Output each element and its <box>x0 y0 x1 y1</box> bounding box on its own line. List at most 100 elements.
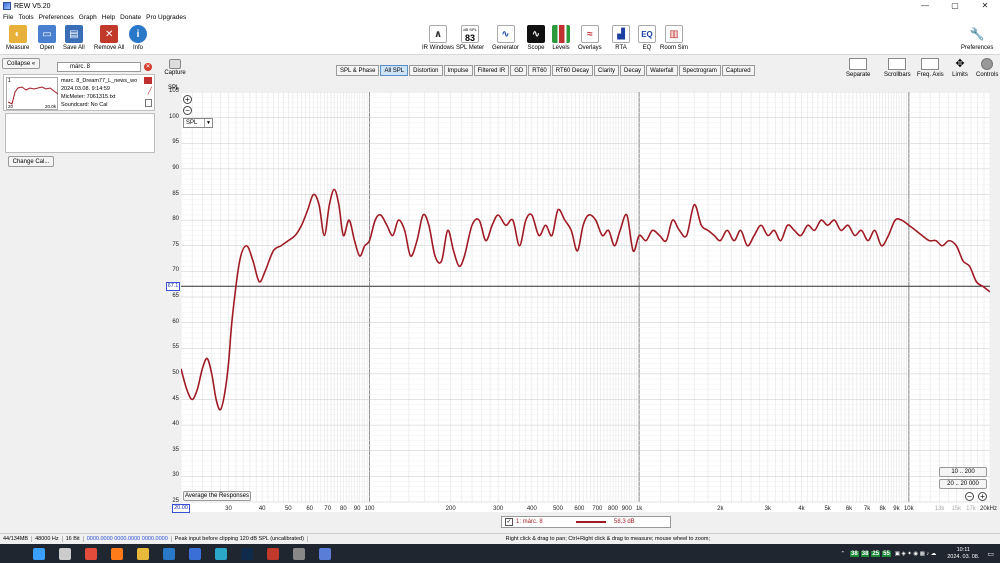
firefox-icon[interactable] <box>111 547 123 560</box>
average-responses-button[interactable]: Average the Responses <box>183 491 251 501</box>
info-button[interactable]: i Info <box>129 25 147 51</box>
tab-spectrogram[interactable]: Spectrogram <box>678 65 721 76</box>
overlays-button[interactable]: ≈ Overlays <box>578 25 602 51</box>
close-button[interactable]: ✕ <box>970 0 1000 12</box>
app-icon[interactable] <box>215 547 227 560</box>
measurement-soundcard: Soundcard: No Cal <box>61 102 108 108</box>
y-tick-label: 45 <box>172 395 179 402</box>
zoom-out-x-icon[interactable]: − <box>965 492 974 501</box>
sample-rate-status: 48000 Hz <box>32 536 63 542</box>
menu-graph[interactable]: Graph <box>79 14 97 21</box>
range-20-20000-button[interactable]: 20 .. 20 000 <box>939 479 987 489</box>
x-start-box[interactable]: 20.00 <box>172 504 190 513</box>
remove-all-button[interactable]: ✕ Remove All <box>94 25 124 51</box>
range-10-200-button[interactable]: 10 .. 200 <box>939 467 987 477</box>
measurement-item[interactable]: 1 20 20.0k marc. 8_Dream77_L_news_wo 202… <box>3 74 155 111</box>
scrollbars-button[interactable]: Scrollbars <box>884 58 911 78</box>
folder-icon[interactable] <box>137 547 149 560</box>
series-checkbox[interactable]: ✓ <box>505 518 513 526</box>
tray-icons[interactable]: ▣ ◈ ✦ ◉ ▦ ♪ ☁ <box>895 551 936 557</box>
ir-windows-button[interactable]: ∧ IR Windows <box>422 25 454 51</box>
menu-tools[interactable]: Tools <box>18 14 33 21</box>
floppy-icon[interactable] <box>189 547 201 560</box>
notification-icon[interactable]: ▭ <box>987 550 994 558</box>
tab-captured[interactable]: Captured <box>721 65 755 76</box>
tray-temp-3[interactable]: 25 <box>871 550 881 557</box>
save-all-button[interactable]: ▤ Save All <box>63 25 85 51</box>
search-icon[interactable] <box>59 547 71 560</box>
chevron-down-icon: ▼ <box>204 119 212 127</box>
controls-button[interactable]: Controls <box>976 58 998 78</box>
measurement-color-icon[interactable] <box>144 77 152 84</box>
x-tick-label: 700 <box>592 506 603 512</box>
rew-icon[interactable] <box>319 547 331 560</box>
tab-filtered-ir[interactable]: Filtered IR <box>473 65 510 76</box>
scope-button[interactable]: ∿ Scope <box>527 25 545 51</box>
clear-filter-icon[interactable]: ✕ <box>144 63 152 71</box>
room-sim-button[interactable]: ▥ Room Sim <box>660 25 688 51</box>
x-tick-label: 70 <box>324 506 332 512</box>
tray-temp-2[interactable]: 38 <box>860 550 870 557</box>
info-label: Info <box>132 45 143 51</box>
menu-preferences[interactable]: Preferences <box>39 14 74 21</box>
wrench-icon: 🔧 <box>968 25 987 43</box>
zoom-in-y-icon[interactable]: + <box>183 95 192 104</box>
photoshop-icon[interactable] <box>241 547 253 560</box>
menu-donate[interactable]: Donate <box>120 14 141 21</box>
x-tick-label: 4k <box>798 506 805 512</box>
measure-button[interactable]: ◐ Measure <box>6 25 29 51</box>
eq-button[interactable]: EQ EQ <box>638 25 656 51</box>
app-red-icon[interactable] <box>267 547 279 560</box>
thumbnail-x-end: 20.0k <box>44 104 56 109</box>
separate-button[interactable]: Separate <box>846 58 870 78</box>
limits-button[interactable]: ✥ Limits <box>951 58 969 78</box>
y-axis-selector[interactable]: SPL ▼ <box>183 118 213 128</box>
preferences-button[interactable]: 🔧 Preferences <box>961 25 993 51</box>
tray-temp-1[interactable]: 38 <box>850 550 859 557</box>
tab-decay[interactable]: Decay <box>620 65 646 76</box>
menu-help[interactable]: Help <box>102 14 115 21</box>
tab-waterfall[interactable]: Waterfall <box>646 65 678 76</box>
chrome-icon[interactable] <box>85 547 97 560</box>
tray-temp-4[interactable]: 55 <box>882 550 891 557</box>
tab-distortion[interactable]: Distortion <box>409 65 443 76</box>
tab-spl-phase[interactable]: SPL & Phase <box>336 65 380 76</box>
file-manager-icon[interactable] <box>163 547 175 560</box>
app-gray-icon[interactable] <box>293 547 305 560</box>
collapse-button[interactable]: Collapse « <box>2 58 40 69</box>
measure-label: Measure <box>6 45 30 51</box>
measurement-notes-area <box>5 113 155 153</box>
capture-button[interactable]: Capture <box>163 59 187 76</box>
open-icon: ▭ <box>38 25 56 43</box>
tray-chevron-icon[interactable]: ⌃ <box>840 551 845 557</box>
zoom-out-y-icon[interactable]: − <box>183 106 192 115</box>
change-cal-label: Change Cal... <box>12 158 50 165</box>
tab-clarity[interactable]: Clarity <box>594 65 620 76</box>
zoom-in-x-icon[interactable]: + <box>978 492 987 501</box>
windows-start-icon[interactable] <box>33 547 45 560</box>
open-button[interactable]: ▭ Open <box>38 25 56 51</box>
series-value: 58,3 dB <box>614 519 635 525</box>
generator-button[interactable]: ∿ Generator <box>492 25 519 51</box>
menu-pro-upgrades[interactable]: Pro Upgrades <box>146 14 186 21</box>
pen-icon[interactable]: ╱ <box>148 87 152 95</box>
tab-all-spl[interactable]: All SPL <box>380 65 409 76</box>
tab-gd[interactable]: GD <box>510 65 528 76</box>
tab-impulse[interactable]: Impulse <box>443 65 473 76</box>
clock[interactable]: 10:11 2024. 03. 08. <box>947 547 979 561</box>
levels-button[interactable]: Levels <box>552 25 570 51</box>
spl-meter-button[interactable]: dB SPL 83 SPL Meter <box>456 25 484 51</box>
measurement-filter-input[interactable]: márc. 8 <box>57 62 141 72</box>
scrollbars-label: Scrollbars <box>884 72 911 78</box>
maximize-button[interactable]: ▢ <box>940 0 970 12</box>
tab-rt60-decay[interactable]: RT60 Decay <box>551 65 594 76</box>
change-cal-button[interactable]: Change Cal... <box>8 156 54 167</box>
menu-file[interactable]: File <box>3 14 13 21</box>
spl-chart[interactable] <box>181 92 990 512</box>
tab-rt60[interactable]: RT60 <box>528 65 551 76</box>
notes-icon[interactable] <box>145 99 152 107</box>
spl-graph[interactable] <box>181 92 990 512</box>
rta-button[interactable]: ▟ RTA <box>612 25 630 51</box>
freq-axis-button[interactable]: Freq. Axis <box>917 58 944 78</box>
minimize-button[interactable]: — <box>910 0 940 12</box>
